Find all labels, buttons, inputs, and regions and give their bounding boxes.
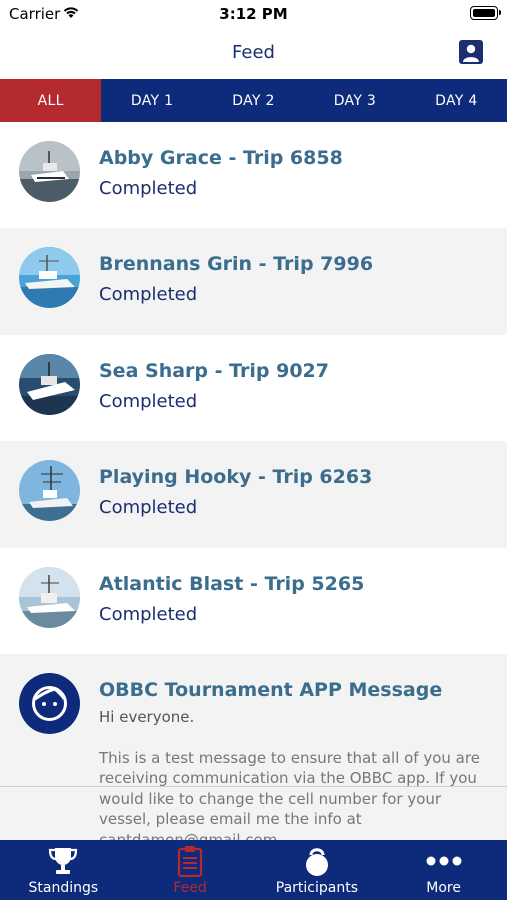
page-title: Feed [232,42,275,63]
tab-day-2[interactable]: DAY 2 [203,79,304,122]
tab-day-3[interactable]: DAY 3 [304,79,405,122]
message-body: This is a test message to ensure that al… [99,748,480,840]
tab-participants-label: Participants [275,880,358,896]
trip-title: Atlantic Blast - Trip 5265 [99,572,365,595]
feed-item[interactable]: Abby Grace - Trip 6858 Completed [0,122,507,228]
boat-photo [19,141,80,202]
message-avatar-icon [19,672,80,734]
nav-bar: Feed [0,30,507,78]
trip-status: Completed [99,603,198,625]
tab-more-label: More [426,880,461,896]
boat-photo [19,353,80,415]
feed-item[interactable]: Sea Sharp - Trip 9027 Completed [0,335,507,441]
feed-item[interactable]: Brennans Grin - Trip 7996 Completed [0,228,507,335]
feed-item[interactable]: Playing Hooky - Trip 6263 Completed [0,441,507,548]
bottom-tab-bar: Standings Feed Participants More [0,840,507,900]
person-icon[interactable] [459,40,483,64]
boat-photo [19,460,80,522]
tab-feed-label: Feed [173,880,207,896]
message-title: OBBC Tournament APP Message [99,678,443,701]
tab-participants[interactable]: Participants [254,840,381,900]
clock: 3:12 PM [219,5,288,23]
kettlebell-icon [302,846,332,876]
more-dots-icon [425,846,463,876]
trophy-icon [47,846,79,876]
trip-status: Completed [99,284,198,306]
message-item[interactable]: OBBC Tournament APP Message Hi everyone.… [0,653,507,840]
trip-status: Completed [99,497,198,519]
tab-all[interactable]: ALL [0,79,102,122]
trip-title: Playing Hooky - Trip 6263 [99,466,373,489]
tab-more[interactable]: More [380,840,507,900]
trip-status: Completed [99,178,198,199]
trip-title: Abby Grace - Trip 6858 [99,147,343,169]
tab-standings[interactable]: Standings [0,840,127,900]
message-greeting: Hi everyone. [99,707,195,726]
tab-standings-label: Standings [28,880,99,896]
feed-list[interactable]: Abby Grace - Trip 6858 Completed Brennan… [0,122,507,840]
trip-status: Completed [99,390,198,412]
tab-day-1[interactable]: DAY 1 [101,79,202,122]
day-tabs: ALL DAY 1 DAY 2 DAY 3 DAY 4 [0,79,507,122]
feed-item[interactable]: Atlantic Blast - Trip 5265 Completed [0,548,507,654]
divider [0,786,507,787]
trip-title: Brennans Grin - Trip 7996 [99,253,374,276]
status-bar: Carrier 3:12 PM [0,0,507,30]
clipboard-icon [177,846,203,877]
trip-title: Sea Sharp - Trip 9027 [99,359,329,382]
boat-photo [19,566,80,628]
boat-photo [19,247,80,309]
tab-day-4[interactable]: DAY 4 [406,79,507,122]
tab-feed[interactable]: Feed [127,840,254,900]
battery-icon [470,6,501,20]
